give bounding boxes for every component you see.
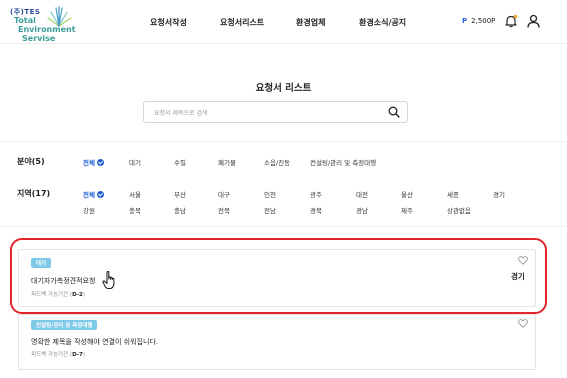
search-placeholder: 요청서 제목으로 검색: [154, 110, 208, 117]
filter-field-label: 분야(5): [17, 157, 45, 166]
filter-region-gyeongnam[interactable]: 경남: [356, 205, 368, 215]
check-icon: [96, 158, 104, 166]
nav-request-list[interactable]: 요청서리스트: [220, 17, 264, 28]
search-input[interactable]: 요청서 제목으로 검색: [143, 101, 408, 123]
selection-highlight: [10, 238, 547, 314]
heart-icon[interactable]: [518, 319, 528, 328]
nav-env-companies[interactable]: 환경업체: [296, 17, 325, 28]
filter-region-daejeon[interactable]: 대전: [356, 189, 368, 199]
filter-region-all-label: 전체: [83, 191, 95, 199]
filter-region-all[interactable]: 전체: [83, 189, 104, 199]
logo-word-total: Total: [14, 16, 36, 25]
logo-word-servise: Servise: [22, 34, 56, 43]
filter-region-seoul[interactable]: 서울: [129, 189, 141, 199]
filter-field-all-label: 전체: [83, 159, 95, 167]
filter-region-incheon[interactable]: 인천: [264, 189, 276, 199]
points-balance[interactable]: P 2,500P: [462, 17, 495, 25]
points-value: 2,500P: [471, 17, 496, 25]
card-tag: 컨설팅/관리 및 측정대행: [31, 320, 98, 330]
filter-region-ulsan[interactable]: 울산: [401, 189, 413, 199]
filter-field-water[interactable]: 수질: [174, 157, 186, 167]
filter-region-chungnam[interactable]: 충남: [174, 205, 186, 215]
points-icon: P: [462, 17, 468, 25]
filter-region-gyeongbuk[interactable]: 경북: [310, 205, 322, 215]
filter-field-waste[interactable]: 폐기물: [218, 157, 236, 167]
filter-divider-bottom: [0, 226, 567, 227]
filter-region-daegu[interactable]: 대구: [218, 189, 230, 199]
header-divider: [0, 43, 567, 44]
filter-region-jeju[interactable]: 제주: [401, 205, 413, 215]
filter-region-busan[interactable]: 부산: [174, 189, 186, 199]
filter-region-jeonbuk[interactable]: 전북: [218, 205, 230, 215]
user-icon[interactable]: [527, 14, 540, 28]
filter-field-noise[interactable]: 소음/진동: [264, 157, 290, 167]
logo[interactable]: (주)TES Total Environment Servise: [8, 6, 78, 46]
filter-field-consulting[interactable]: 컨설팅/관리 및 측정대행: [310, 157, 376, 167]
search-icon[interactable]: [388, 106, 400, 118]
filter-region-sejong[interactable]: 세종: [447, 189, 459, 199]
logo-burst-icon: [47, 6, 72, 27]
filter-divider-top: [0, 141, 567, 142]
filter-region-jeonnam[interactable]: 전남: [264, 205, 276, 215]
card-dday: D-7: [72, 352, 83, 358]
page-title: 요청서 리스트: [255, 83, 312, 94]
filter-region-chungbuk[interactable]: 충북: [129, 205, 141, 215]
filter-region-any[interactable]: 상관없음: [447, 205, 471, 215]
card-title: 명확한 제목을 작성해야 연결이 쉬워집니다.: [31, 338, 159, 346]
nav-request-write[interactable]: 요청서작성: [150, 17, 187, 28]
card-meta: 피드백 가능기간 (D-7): [31, 350, 85, 358]
nav-env-news[interactable]: 환경소식/공지: [359, 17, 406, 28]
filter-field-air[interactable]: 대기: [129, 157, 141, 167]
card-meta-label: 피드백 가능기간 (: [31, 352, 73, 358]
request-card[interactable]: 컨설팅/관리 및 측정대행 명확한 제목을 작성해야 연결이 쉬워집니다. 피드…: [18, 314, 536, 370]
filter-region-gyeonggi[interactable]: 경기: [493, 189, 505, 199]
filter-field-all[interactable]: 전체: [83, 157, 104, 167]
filter-region-label: 지역(17): [17, 189, 51, 198]
filter-region-gangwon[interactable]: 강원: [83, 205, 95, 215]
check-icon: [96, 190, 104, 198]
bell-icon[interactable]: [504, 14, 518, 28]
card-meta-close: ): [82, 352, 86, 358]
filter-region-gwangju[interactable]: 광주: [310, 189, 322, 199]
